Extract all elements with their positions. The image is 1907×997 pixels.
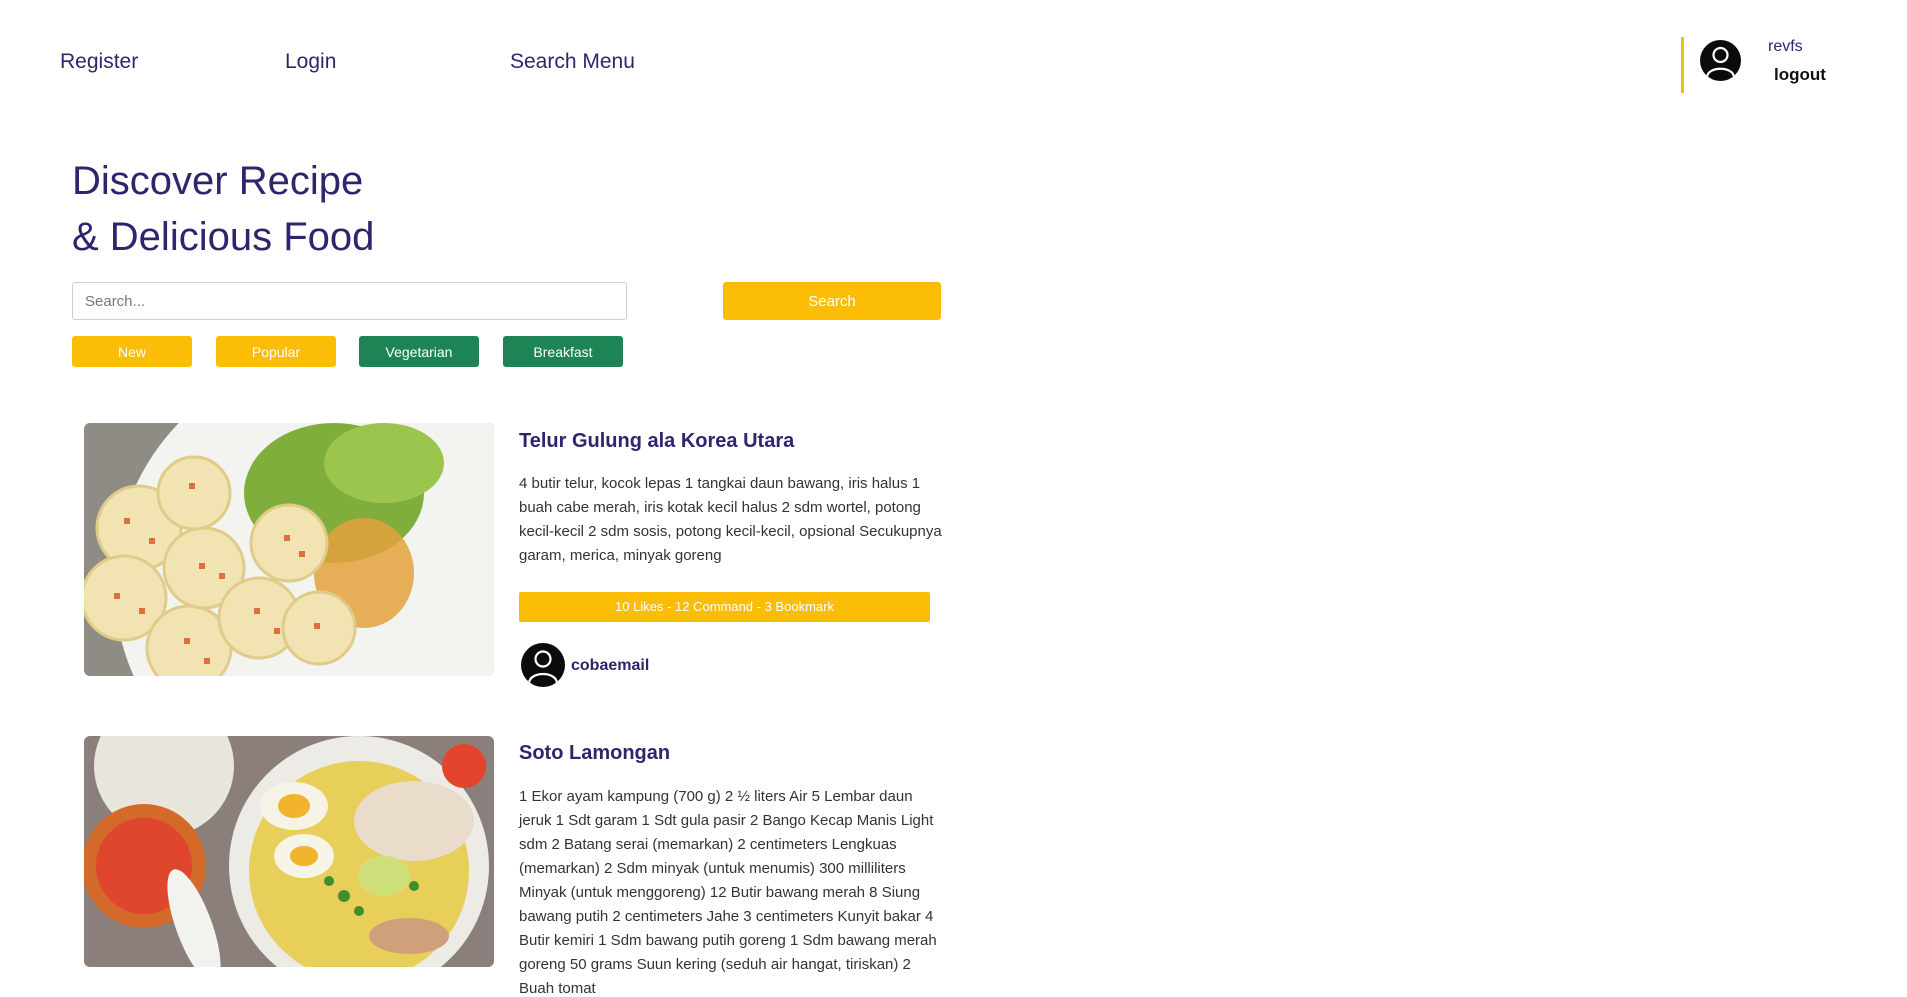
recipe-title[interactable]: Soto Lamongan xyxy=(519,742,670,765)
category-breakfast-button[interactable]: Breakfast xyxy=(503,336,623,367)
category-vegetarian-button[interactable]: Vegetarian xyxy=(359,336,479,367)
category-new-button[interactable]: New xyxy=(72,336,192,367)
user-icon xyxy=(527,650,559,684)
recipe-image[interactable] xyxy=(84,736,494,967)
profile-username[interactable]: revfs xyxy=(1768,38,1803,56)
recipe-title[interactable]: Telur Gulung ala Korea Utara xyxy=(519,430,794,453)
page-title-line1: Discover Recipe xyxy=(72,159,364,203)
nav-register-link[interactable]: Register xyxy=(60,50,138,74)
category-popular-button[interactable]: Popular xyxy=(216,336,336,367)
page-title: Discover Recipe & Delicious Food xyxy=(72,153,374,265)
page-title-line2: & Delicious Food xyxy=(72,215,375,259)
nav-search-menu-link[interactable]: Search Menu xyxy=(510,50,635,74)
search-input[interactable] xyxy=(72,282,627,320)
search-button[interactable]: Search xyxy=(723,282,941,320)
profile-divider xyxy=(1681,37,1684,93)
logout-link[interactable]: logout xyxy=(1774,65,1826,85)
egg-roll-image xyxy=(84,423,494,676)
author-name[interactable]: cobaemail xyxy=(571,657,649,675)
recipe-description: 1 Ekor ayam kampung (700 g) 2 ½ liters A… xyxy=(519,788,937,997)
nav-login-link[interactable]: Login xyxy=(285,50,336,74)
recipe-stats-badge: 10 Likes - 12 Command - 3 Bookmark xyxy=(519,592,930,622)
user-icon xyxy=(1705,46,1736,78)
user-avatar[interactable] xyxy=(1700,40,1741,81)
recipe-description: 4 butir telur, kocok lepas 1 tangkai dau… xyxy=(519,475,942,564)
soto-image xyxy=(84,736,494,967)
author-avatar[interactable] xyxy=(521,643,565,687)
recipe-image[interactable] xyxy=(84,423,494,676)
